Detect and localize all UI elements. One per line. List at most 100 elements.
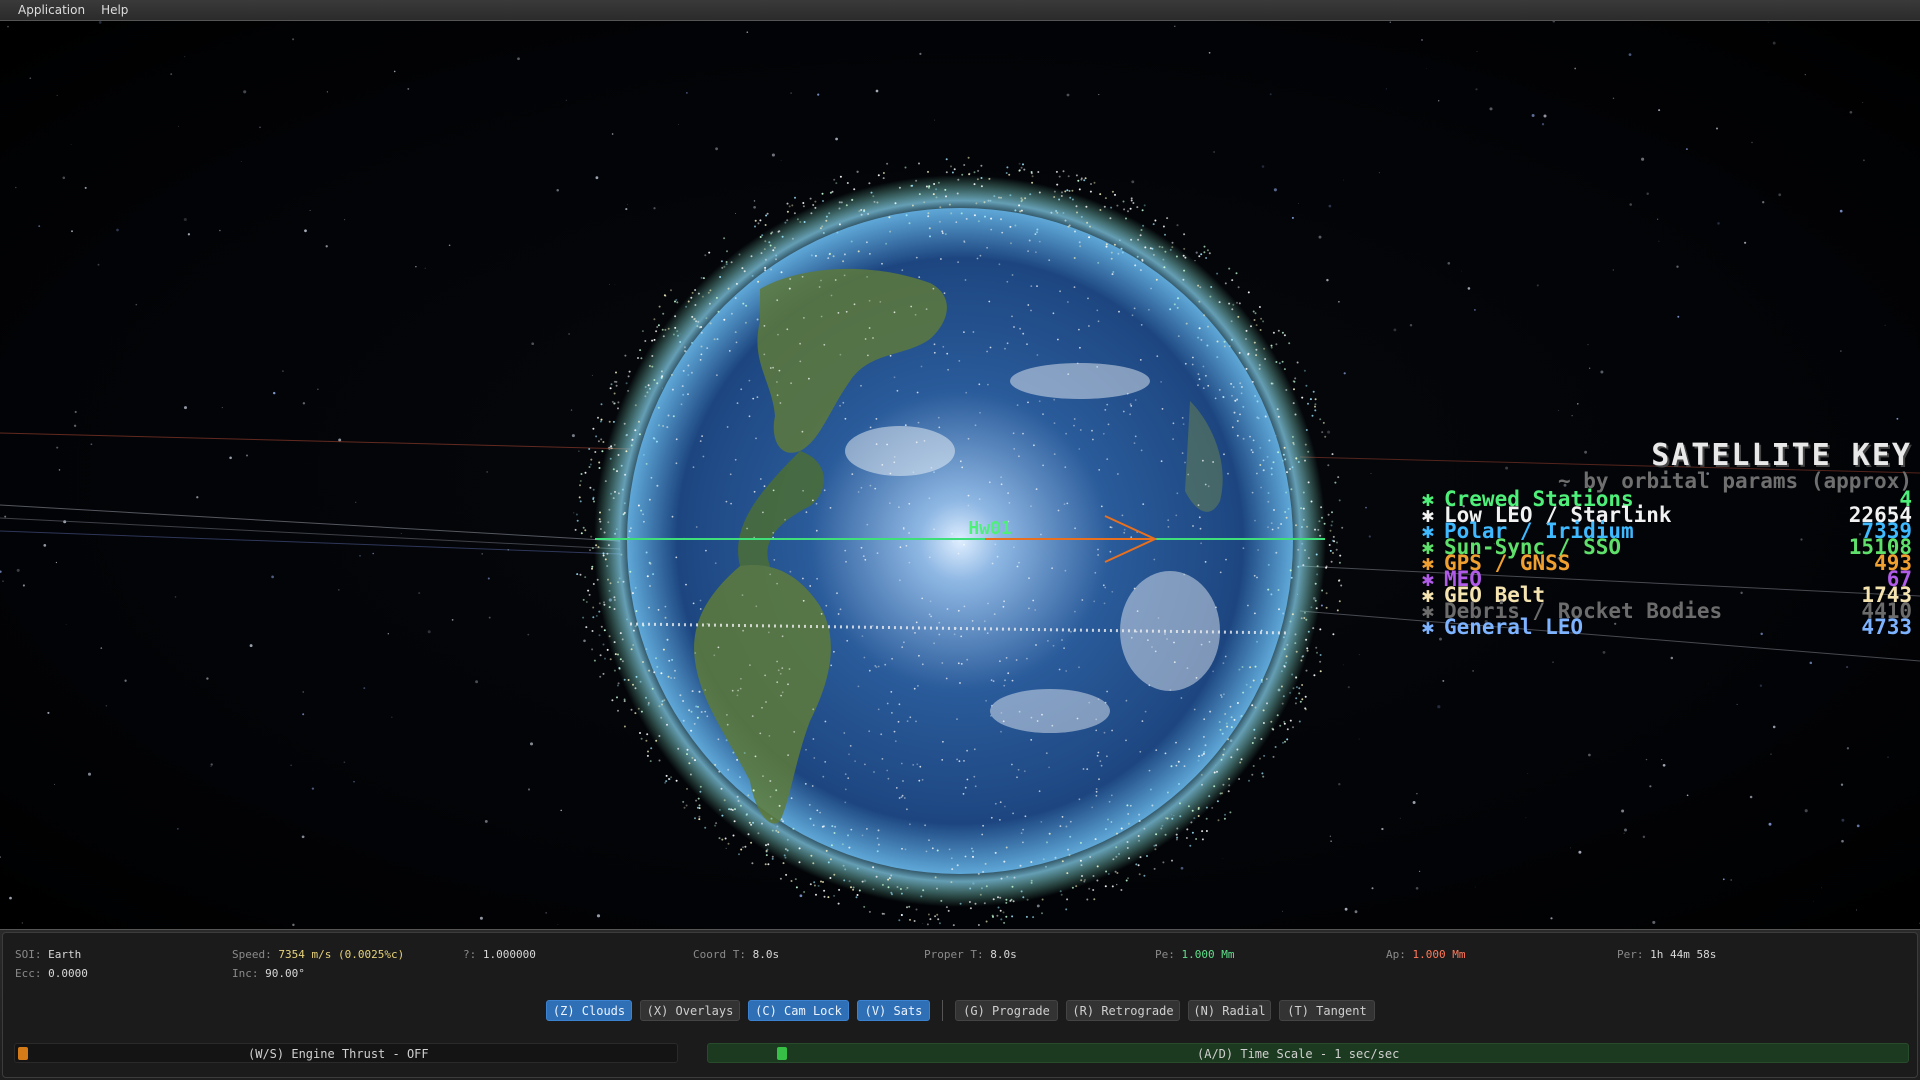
star bbox=[302, 713, 305, 716]
satellite-dot bbox=[977, 220, 980, 223]
satellite-dot bbox=[812, 862, 815, 865]
satellite-dot bbox=[830, 294, 833, 297]
engine-thrust-slider[interactable]: (W/S) Engine Thrust - OFF bbox=[14, 1043, 678, 1063]
menu-application[interactable]: Application bbox=[10, 0, 93, 21]
satellite-dot bbox=[921, 597, 924, 600]
satellite-dot bbox=[1076, 211, 1078, 214]
satellite-dot bbox=[791, 237, 794, 240]
satellite-dot bbox=[685, 305, 688, 308]
satellite-dot bbox=[1173, 641, 1175, 644]
satellite-dot bbox=[1331, 453, 1334, 456]
satellite-dot bbox=[1262, 709, 1265, 712]
satellite-dot bbox=[740, 388, 743, 391]
orbit-viewport[interactable]: Hw01 SATELLITE KEY ~ by orbital params (… bbox=[0, 21, 1920, 929]
satellite-dot bbox=[1225, 722, 1228, 725]
satellite-dot bbox=[1206, 344, 1209, 347]
satellite-dot bbox=[1040, 533, 1042, 536]
satellite-dot bbox=[929, 235, 931, 238]
time-scale-handle[interactable] bbox=[777, 1047, 787, 1060]
satellite-dot bbox=[975, 202, 978, 205]
satellite-dot bbox=[996, 914, 999, 917]
satellite-dot bbox=[1301, 698, 1304, 701]
satellite-dot bbox=[1130, 405, 1133, 407]
satellite-dot bbox=[679, 341, 682, 343]
satellite-dot bbox=[1121, 251, 1124, 254]
star bbox=[4, 515, 7, 518]
satellite-dot bbox=[1057, 509, 1060, 512]
satellite-dot bbox=[705, 317, 708, 320]
satellite-dot bbox=[874, 665, 877, 667]
satellite-dot bbox=[1202, 735, 1205, 738]
satellite-dot bbox=[990, 816, 993, 819]
sats-toggle[interactable]: (V) Sats bbox=[857, 1000, 930, 1021]
satellite-dot bbox=[945, 158, 948, 161]
satellite-dot bbox=[1187, 473, 1190, 476]
satellite-dot bbox=[831, 825, 834, 828]
satellite-dot bbox=[980, 164, 983, 167]
satellite-dot bbox=[802, 489, 804, 492]
satellite-dot bbox=[1008, 502, 1011, 504]
satellite-dot bbox=[1164, 233, 1166, 236]
satellite-dot bbox=[836, 231, 839, 234]
satellite-dot bbox=[1096, 879, 1099, 882]
retrograde-button[interactable]: (R) Retrograde bbox=[1066, 1000, 1180, 1021]
star bbox=[38, 225, 41, 228]
satellite-dot bbox=[1208, 641, 1211, 643]
star bbox=[856, 170, 859, 173]
satellite-dot bbox=[1185, 322, 1188, 325]
prograde-button[interactable]: (G) Prograde bbox=[955, 1000, 1058, 1021]
satellite-dot bbox=[1197, 504, 1200, 506]
menu-help[interactable]: Help bbox=[93, 0, 136, 21]
radial-button[interactable]: (N) Radial bbox=[1188, 1000, 1271, 1021]
satellite-dot bbox=[784, 518, 786, 521]
star bbox=[625, 208, 628, 211]
star bbox=[1552, 661, 1554, 663]
star bbox=[326, 91, 329, 93]
satellite-dot bbox=[1111, 190, 1114, 193]
satellite-dot bbox=[624, 354, 627, 357]
satellite-dot bbox=[1175, 838, 1178, 841]
satellite-dot bbox=[834, 825, 837, 828]
satellite-dot bbox=[1005, 657, 1008, 659]
satellite-dot bbox=[1038, 790, 1041, 793]
satellite-dot bbox=[1012, 900, 1015, 903]
satellite-dot bbox=[984, 215, 986, 218]
satellite-dot bbox=[730, 312, 733, 315]
satellite-dot bbox=[983, 620, 986, 623]
satellite-dot bbox=[1192, 525, 1194, 527]
clouds-toggle[interactable]: (Z) Clouds bbox=[546, 1000, 632, 1021]
tangent-button[interactable]: (T) Tangent bbox=[1279, 1000, 1375, 1021]
satellite-dot bbox=[1120, 247, 1123, 250]
satellite-dot bbox=[1304, 549, 1306, 552]
satellite-dot bbox=[1093, 181, 1096, 184]
star bbox=[219, 229, 221, 232]
satellite-dot bbox=[893, 456, 896, 458]
satellite-dot bbox=[649, 498, 651, 501]
satellite-dot bbox=[1134, 435, 1137, 438]
time-scale-slider[interactable]: (A/D) Time Scale - 1 sec/sec bbox=[707, 1043, 1909, 1063]
satellite-dot bbox=[1227, 738, 1230, 741]
satellite-dot bbox=[891, 712, 893, 714]
satellite-dot bbox=[1322, 421, 1325, 424]
satellite-dot bbox=[1270, 473, 1273, 476]
satellite-dot bbox=[857, 491, 860, 493]
satellite-dot bbox=[656, 665, 659, 668]
satellite-dot bbox=[883, 912, 886, 915]
satellite-dot bbox=[1048, 832, 1051, 835]
satellite-dot bbox=[1335, 548, 1338, 551]
satellite-dot bbox=[661, 328, 664, 331]
satellite-dot bbox=[1256, 472, 1258, 475]
thrust-handle[interactable] bbox=[18, 1047, 28, 1060]
overlays-toggle[interactable]: (X) Overlays bbox=[640, 1000, 740, 1021]
satellite-dot bbox=[946, 608, 949, 610]
satellite-dot bbox=[1292, 726, 1294, 729]
cam-lock-toggle[interactable]: (C) Cam Lock bbox=[748, 1000, 849, 1021]
satellite-dot bbox=[877, 829, 880, 832]
satellite-dot bbox=[1134, 264, 1137, 267]
star bbox=[1661, 759, 1663, 761]
satellite-dot bbox=[1104, 885, 1107, 888]
satellite-dot bbox=[623, 678, 626, 681]
satellite-dot bbox=[768, 735, 771, 737]
satellite-dot bbox=[1148, 308, 1150, 311]
satellite-dot bbox=[1272, 461, 1275, 464]
